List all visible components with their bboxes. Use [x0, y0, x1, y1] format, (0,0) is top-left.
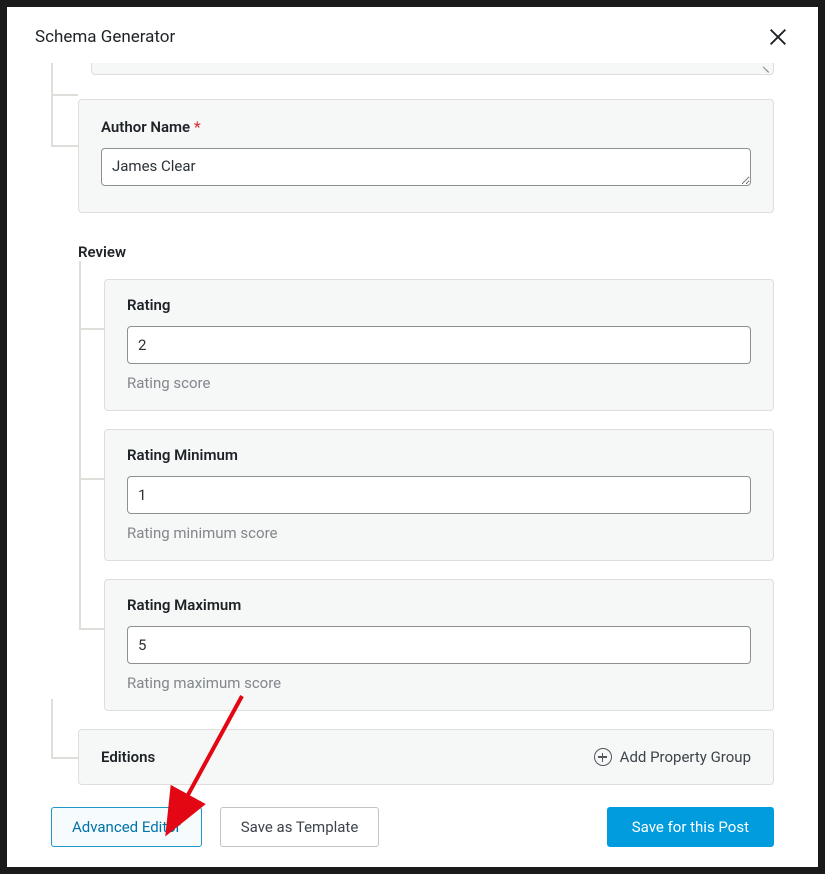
save-as-template-button[interactable]: Save as Template — [220, 807, 380, 847]
advanced-editor-button[interactable]: Advanced Editor — [51, 807, 202, 847]
rating-maximum-label: Rating Maximum — [127, 596, 751, 614]
plus-circle-icon — [594, 748, 612, 766]
rating-helper: Rating score — [127, 374, 751, 392]
author-name-input[interactable] — [101, 148, 751, 186]
review-heading: Review — [78, 243, 774, 261]
add-property-group-label: Add Property Group — [620, 748, 751, 766]
rating-maximum-group: Rating Maximum Rating maximum score — [104, 579, 774, 711]
add-property-group-button[interactable]: Add Property Group — [594, 748, 751, 766]
modal-frame: Schema Generator Author Name * — [7, 7, 818, 867]
modal-header: Schema Generator — [7, 7, 818, 63]
editions-title: Editions — [101, 748, 155, 766]
review-children: Rating Rating score Rating Minimum Ratin… — [78, 279, 774, 711]
partial-field-group — [78, 63, 774, 75]
rating-group: Rating Rating score — [104, 279, 774, 411]
author-name-label-text: Author Name — [101, 118, 190, 136]
save-for-this-post-button[interactable]: Save for this Post — [607, 807, 774, 847]
resize-handle-icon[interactable] — [761, 64, 769, 72]
editions-group: Editions Add Property Group — [78, 729, 774, 785]
modal-body[interactable]: Author Name * Review Rating Rating score — [7, 63, 818, 867]
action-button-row: Advanced Editor Save as Template Save fo… — [51, 807, 774, 847]
action-buttons-left: Advanced Editor Save as Template — [51, 807, 379, 847]
rating-minimum-label: Rating Minimum — [127, 446, 751, 464]
partial-textarea-fragment[interactable] — [91, 63, 774, 75]
modal-title: Schema Generator — [35, 27, 175, 47]
close-button[interactable] — [766, 25, 790, 49]
rating-minimum-helper: Rating minimum score — [127, 524, 751, 542]
schema-tree: Author Name * Review Rating Rating score — [51, 63, 774, 785]
author-name-label: Author Name * — [101, 118, 751, 136]
rating-maximum-helper: Rating maximum score — [127, 674, 751, 692]
rating-label: Rating — [127, 296, 751, 314]
rating-minimum-group: Rating Minimum Rating minimum score — [104, 429, 774, 561]
close-icon — [767, 26, 789, 48]
rating-input[interactable] — [127, 326, 751, 364]
author-name-group: Author Name * — [78, 99, 774, 213]
rating-minimum-input[interactable] — [127, 476, 751, 514]
rating-maximum-input[interactable] — [127, 626, 751, 664]
required-indicator: * — [194, 118, 201, 136]
